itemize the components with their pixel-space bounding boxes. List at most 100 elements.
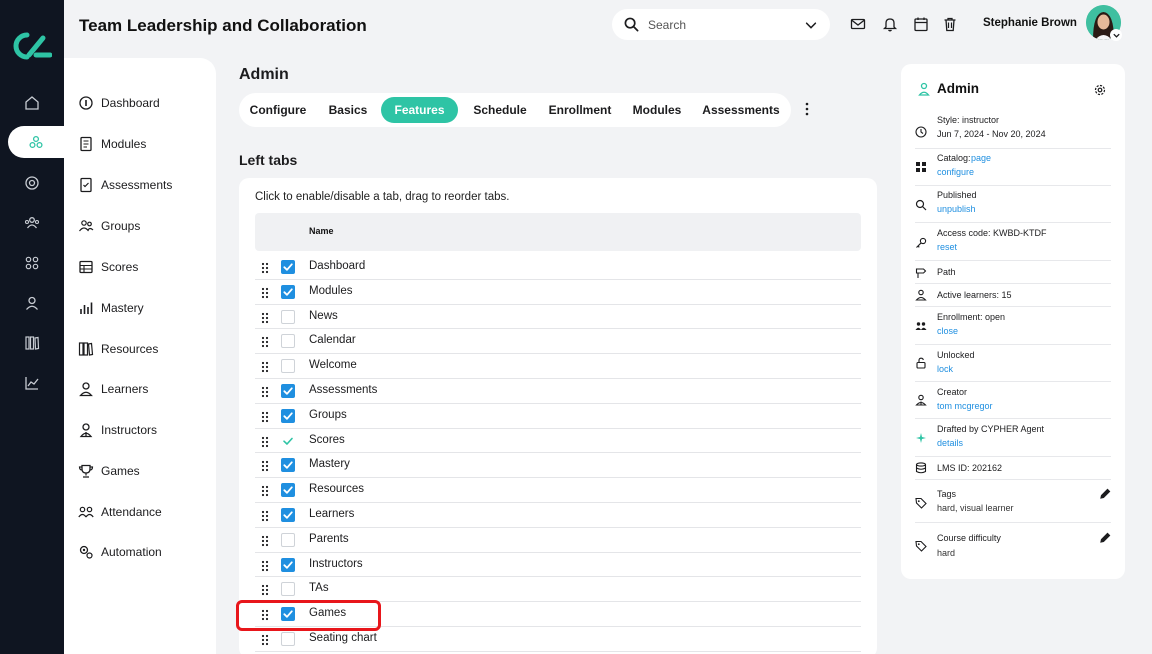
checkbox-checked[interactable]: [281, 384, 295, 398]
checkbox-checked[interactable]: [281, 557, 295, 572]
drag-handle-icon[interactable]: [261, 435, 269, 447]
tab-features[interactable]: Features: [381, 97, 458, 123]
rail-home-icon[interactable]: [0, 87, 64, 119]
rail-user-icon[interactable]: [0, 287, 64, 319]
sidebar-item-games[interactable]: Games: [78, 461, 140, 481]
drag-handle-icon[interactable]: [261, 286, 269, 298]
table-row[interactable]: News: [255, 305, 861, 330]
prop-catalog: Catalog: page configure: [915, 149, 1111, 186]
table-row[interactable]: Learners: [255, 503, 861, 528]
table-row[interactable]: Instructors: [255, 553, 861, 578]
path-text[interactable]: Path: [937, 267, 956, 277]
app-logo-icon[interactable]: [12, 32, 52, 60]
sidebar-item-mastery[interactable]: Mastery: [78, 298, 144, 318]
sidebar-item-attendance[interactable]: Attendance: [78, 502, 162, 522]
tab-modules[interactable]: Modules: [625, 97, 689, 123]
drag-handle-icon[interactable]: [261, 311, 269, 323]
drag-handle-icon[interactable]: [261, 509, 269, 522]
configure-link[interactable]: configure: [937, 167, 974, 177]
tab-basics[interactable]: Basics: [317, 97, 379, 123]
drag-handle-icon[interactable]: [261, 484, 269, 497]
sidebar-item-assessments[interactable]: Assessments: [78, 175, 172, 195]
checkbox-unchecked[interactable]: [281, 309, 295, 324]
catalog-page-link[interactable]: page: [971, 153, 991, 163]
edit-tags-pencil-icon[interactable]: [1099, 488, 1111, 500]
drag-handle-icon[interactable]: [261, 360, 269, 373]
checkbox-checked[interactable]: [281, 408, 295, 423]
more-vertical-icon[interactable]: [800, 101, 814, 117]
checkbox-checked[interactable]: [281, 260, 295, 274]
tab-schedule[interactable]: Schedule: [463, 97, 537, 123]
drag-handle-icon[interactable]: [261, 559, 269, 571]
table-row[interactable]: Groups: [255, 404, 861, 429]
checkbox-unchecked[interactable]: [281, 632, 295, 646]
search-box[interactable]: [612, 9, 830, 40]
sidebar-item-modules[interactable]: Modules: [78, 134, 146, 154]
table-row[interactable]: Calendar: [255, 329, 861, 355]
table-row[interactable]: Resources: [255, 478, 861, 503]
gear-icon[interactable]: [1093, 83, 1107, 97]
tab-enrollment[interactable]: Enrollment: [541, 97, 619, 123]
sidebar-item-automation[interactable]: Automation: [78, 542, 162, 562]
mastery-icon: [80, 302, 93, 314]
avatar-chevron-icon[interactable]: [1110, 29, 1122, 41]
chevron-down-icon[interactable]: [804, 18, 818, 32]
sidebar-item-instructors[interactable]: Instructors: [78, 420, 157, 440]
rail-people-icon[interactable]: [0, 207, 64, 239]
checkbox-unchecked[interactable]: [281, 582, 295, 597]
rail-analytics-icon[interactable]: [0, 367, 64, 399]
calendar-icon[interactable]: [913, 16, 929, 32]
table-row[interactable]: Modules: [255, 280, 861, 305]
table-row[interactable]: TAs: [255, 577, 861, 603]
bell-icon[interactable]: [882, 16, 898, 32]
lock-link[interactable]: lock: [937, 364, 953, 374]
sidebar-item-scores[interactable]: Scores: [78, 257, 138, 277]
tab-name: Calendar: [309, 334, 356, 347]
rail-courses-icon[interactable]: [8, 126, 64, 158]
drag-handle-icon[interactable]: [261, 633, 269, 646]
rail-grid-icon[interactable]: [0, 247, 64, 279]
trash-icon[interactable]: [942, 16, 958, 32]
drag-handle-icon[interactable]: [261, 583, 269, 596]
checkbox-checked[interactable]: [281, 483, 295, 498]
table-row[interactable]: Welcome: [255, 354, 861, 379]
sidebar-item-dashboard[interactable]: Dashboard: [78, 93, 160, 113]
user-name[interactable]: Stephanie Brown: [983, 17, 1077, 29]
table-row[interactable]: Dashboard: [255, 255, 861, 280]
checkbox-unchecked[interactable]: [281, 359, 295, 374]
drag-handle-icon[interactable]: [261, 459, 269, 472]
drag-handle-icon[interactable]: [261, 335, 269, 348]
reset-link[interactable]: reset: [937, 242, 957, 252]
sidebar-item-resources[interactable]: Resources: [78, 339, 158, 359]
prop-active-learners: Active learners: 15: [915, 284, 1111, 307]
checkbox-unchecked[interactable]: [281, 334, 295, 349]
prop-difficulty: Course difficulty hard: [915, 523, 1111, 565]
table-row[interactable]: Mastery: [255, 453, 861, 479]
sidebar-item-learners[interactable]: Learners: [78, 379, 148, 399]
checkbox-unchecked[interactable]: [281, 532, 295, 547]
checkbox-checked[interactable]: [281, 508, 295, 522]
edit-difficulty-pencil-icon[interactable]: [1099, 532, 1111, 544]
table-row[interactable]: Parents: [255, 528, 861, 553]
checkmark-icon[interactable]: [281, 434, 295, 448]
table-row[interactable]: Assessments: [255, 379, 861, 404]
table-row[interactable]: Scores: [255, 429, 861, 454]
creator-link[interactable]: tom mcgregor: [937, 401, 993, 411]
rail-library-icon[interactable]: [0, 327, 64, 359]
sidebar-item-groups[interactable]: Groups: [78, 216, 140, 236]
drag-handle-icon[interactable]: [261, 385, 269, 398]
drag-handle-icon[interactable]: [261, 534, 269, 546]
rail-target-icon[interactable]: [0, 167, 64, 199]
checkbox-checked[interactable]: [281, 458, 295, 473]
close-link[interactable]: close: [937, 326, 958, 336]
details-link[interactable]: details: [937, 438, 963, 448]
checkbox-checked[interactable]: [281, 284, 295, 299]
tab-assessments[interactable]: Assessments: [695, 97, 787, 123]
key-icon: [915, 236, 929, 250]
drag-handle-icon[interactable]: [261, 261, 269, 274]
tab-configure[interactable]: Configure: [239, 97, 317, 123]
search-input[interactable]: [648, 17, 798, 32]
mail-icon[interactable]: [850, 16, 866, 32]
drag-handle-icon[interactable]: [261, 410, 269, 422]
unpublish-link[interactable]: unpublish: [937, 204, 976, 214]
